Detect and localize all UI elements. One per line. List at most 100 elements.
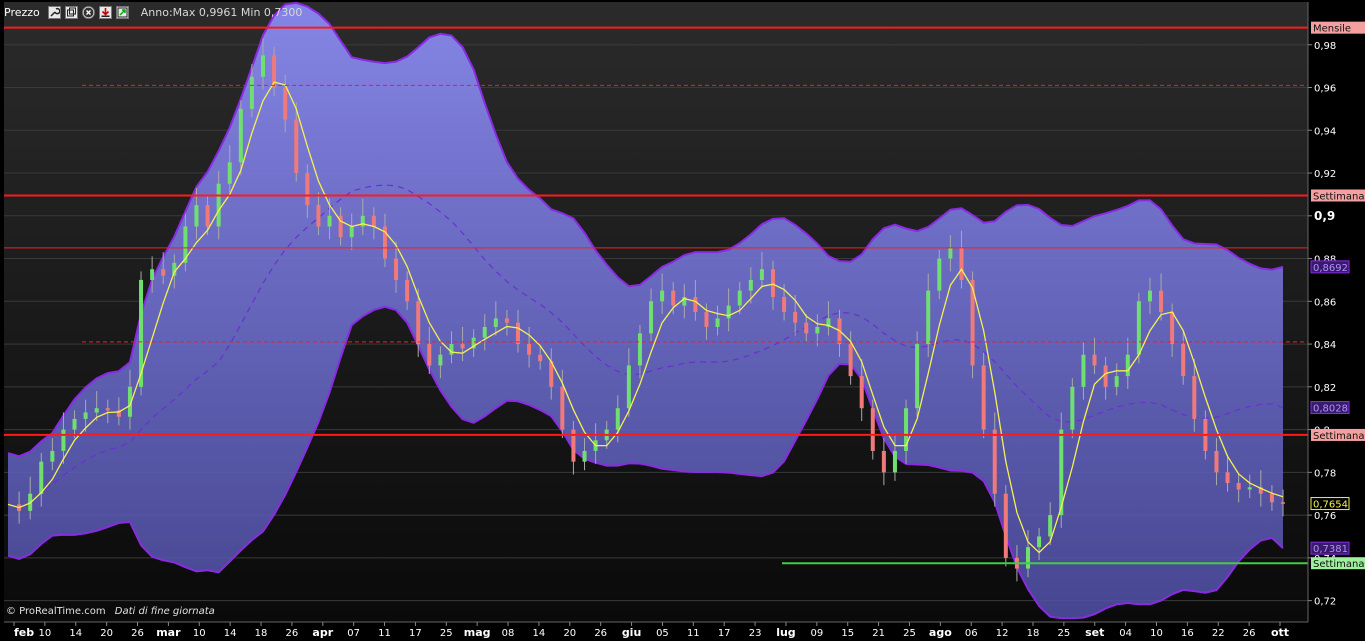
candle-body [804,322,809,334]
candle-body [150,269,155,280]
y-tick-label: 0,96 [1314,84,1336,95]
x-tick-label: 14 [69,628,82,639]
candle-body [416,301,421,345]
candle-body [626,365,631,409]
candle-body [538,354,543,362]
candle-body [1247,487,1252,490]
candle-body [238,108,243,163]
x-tick-label: 20 [563,628,576,639]
x-tick-label: 23 [749,628,762,639]
candle-body [1281,502,1285,504]
year-range-stats: Anno:Max 0,9961 Min 0,7300 [140,5,303,19]
candle-body [1092,354,1097,366]
candle-body [1181,344,1186,377]
x-tick-label: lug [776,626,795,639]
x-tick-label: mar [156,626,181,639]
candle-body [660,290,665,302]
y-tick-label: 0,9 [1314,209,1335,223]
brand-label: © ProRealTime.com [6,606,106,617]
candle-body [1170,312,1175,345]
x-tick-label: 16 [1181,628,1194,639]
candle-body [1081,354,1086,387]
x-tick-label: 26 [594,628,607,639]
x-tick-label: ott [1271,626,1289,639]
candle-body [782,297,787,312]
y-tick-label: 0,72 [1314,597,1336,608]
x-tick-label: 22 [1212,628,1225,639]
candle-body [1214,450,1219,473]
x-tick-label: mag [464,626,491,639]
candle-body [1136,301,1141,355]
candle-body [1125,354,1130,377]
candle-body [371,215,376,227]
x-tick-label: 18 [1027,628,1040,639]
x-tick-label: 06 [965,628,978,639]
candle-body [1236,483,1241,490]
candle-body [748,279,753,291]
maximize-icon[interactable] [115,5,129,19]
candle-body [771,269,775,298]
candle-body [527,344,532,355]
window-icon[interactable] [64,5,78,19]
candle-body [715,318,720,327]
candle-body [759,269,764,280]
candle-body [1003,493,1008,558]
x-tick-label: set [1085,626,1104,639]
y-tick-label: 0,92 [1314,169,1336,180]
candle-body [261,55,265,77]
candle-body [105,408,110,411]
candle-body [249,76,254,109]
candle-body [737,290,742,306]
x-tick-label: 11 [687,628,700,639]
price-chart[interactable]: 0,980,960,940,920,90,880,860,840,820,80,… [0,0,1365,641]
candle-body [1048,515,1053,537]
candle-body [316,205,321,227]
x-tick-label: 10 [39,628,52,639]
candle-body [1026,547,1030,569]
y-tick-label: 0,98 [1314,41,1336,52]
x-tick-label: 25 [1057,628,1070,639]
chart-title: Prezzo [4,5,40,19]
candle-body [283,87,288,120]
candle-body [493,318,498,327]
candle-body [937,258,942,291]
candle-body [305,173,310,206]
candle-body [61,429,66,451]
candle-body [360,215,365,227]
y-tick-label: 0,78 [1314,468,1336,479]
x-tick-label: 05 [656,628,669,639]
x-tick-label: 07 [347,628,360,639]
candle-body [394,258,399,280]
candle-body [482,326,487,338]
x-tick-label: 26 [286,628,299,639]
close-icon[interactable] [81,5,95,19]
chart-footer: © ProRealTime.com Dati di fine giornata [6,606,215,617]
x-tick-label: 08 [502,628,515,639]
x-tick-label: 09 [810,628,823,639]
candle-body [959,247,964,280]
candle-body [870,408,875,451]
candle-body [449,344,454,355]
candle-body [72,418,77,430]
candle-body [1225,472,1230,484]
download-icon[interactable] [98,5,112,19]
candle-body [216,183,221,227]
chart-plot-area[interactable]: 0,980,960,940,920,90,880,860,840,820,80,… [0,0,1365,641]
x-tick-label: 11 [378,628,391,639]
candle-body [504,318,509,323]
wrench-icon[interactable] [47,5,61,19]
x-tick-label: 17 [409,628,422,639]
x-tick-label: 18 [255,628,268,639]
candle-body [560,386,565,430]
candle-body [637,333,642,366]
candle-body [1269,493,1274,503]
x-tick-label: 17 [718,628,731,639]
candle-body [1114,376,1119,387]
last-price-label: 0,7654 [1313,500,1348,511]
candle-body [582,450,587,462]
y-tick-label: 0,86 [1314,297,1336,308]
candle-body [981,365,986,430]
candle-body [915,344,920,409]
x-tick-label: 25 [903,628,916,639]
band-value-label: 0,7381 [1313,544,1348,555]
